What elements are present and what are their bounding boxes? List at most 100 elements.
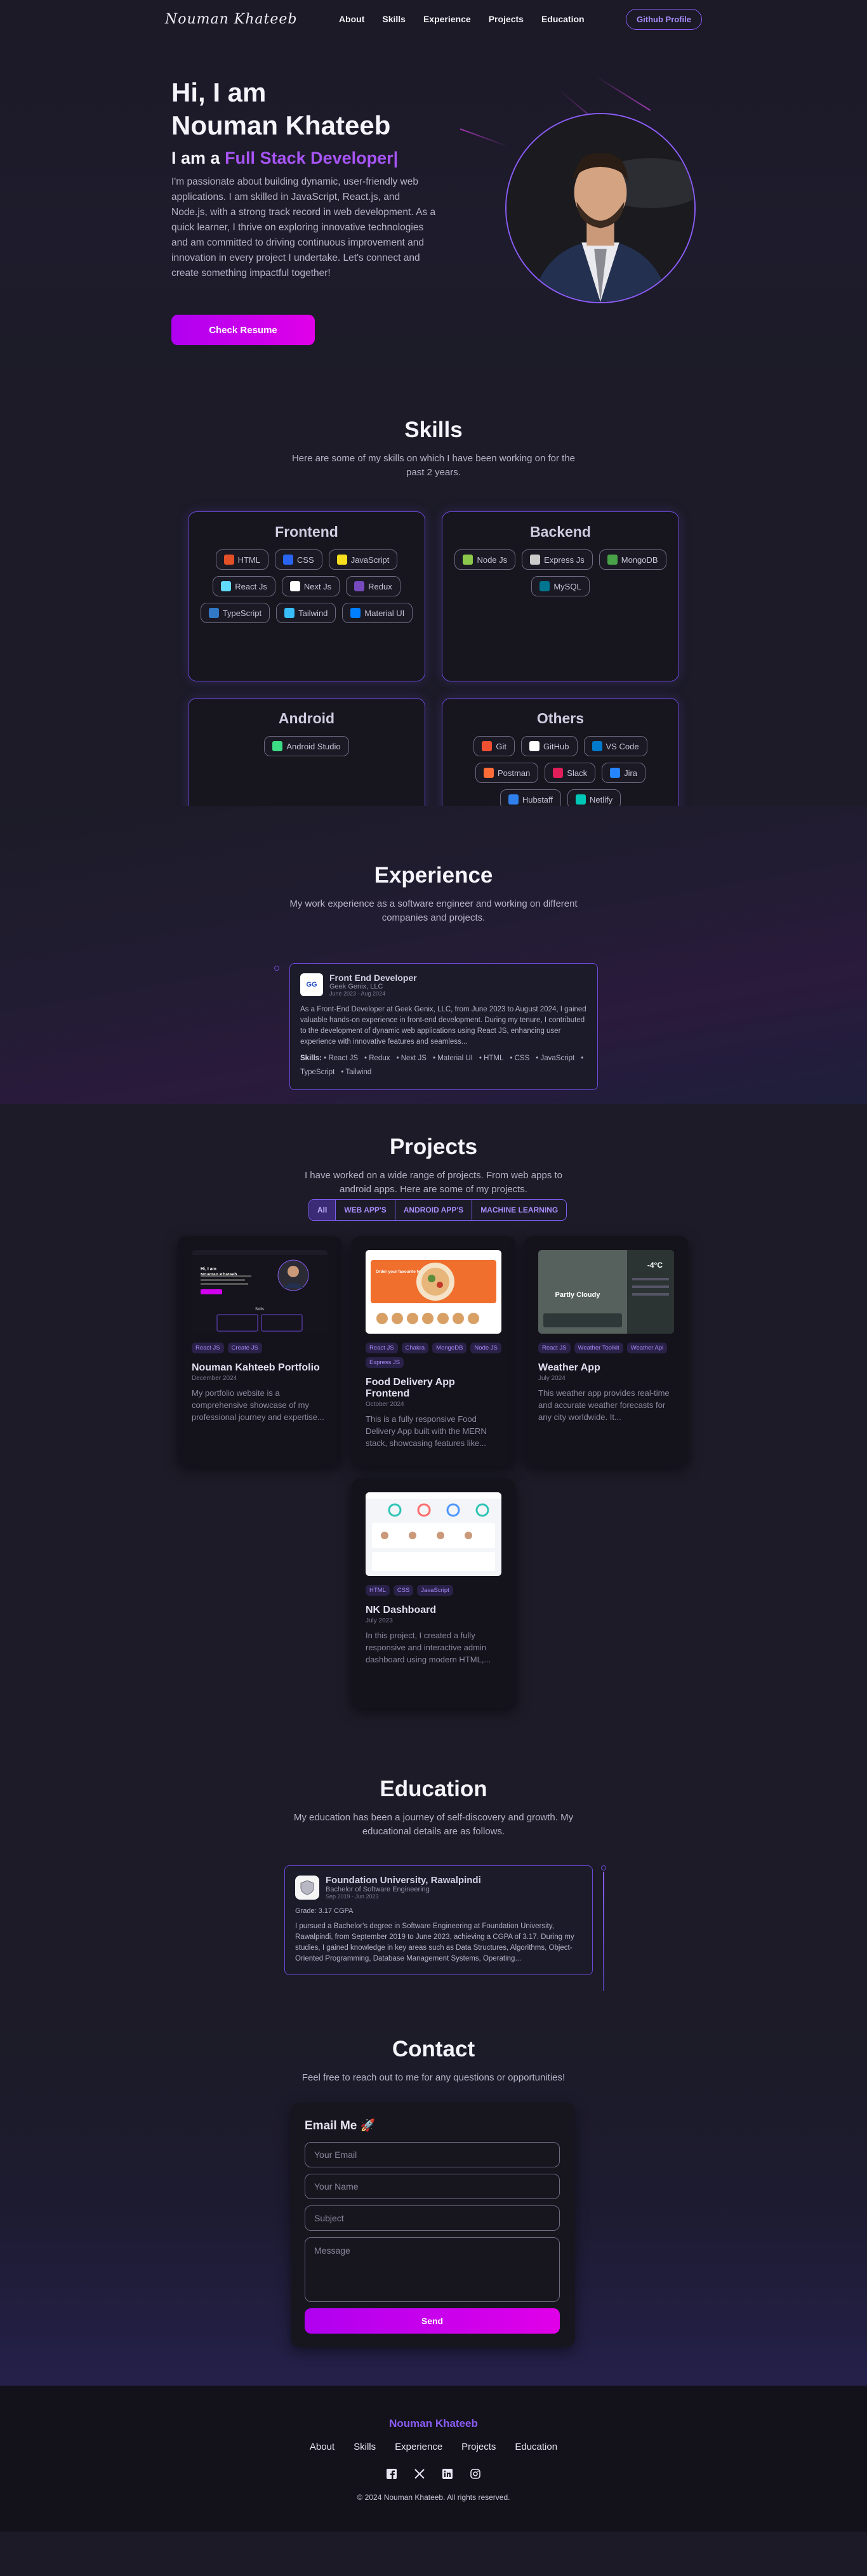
git-icon: [482, 741, 493, 751]
skill-card-title: Android: [278, 710, 335, 726]
name-field[interactable]: [305, 2174, 560, 2199]
projects-section: Projects I have worked on a wide range o…: [0, 1104, 867, 1738]
skill-chip-label: Express Js: [544, 555, 585, 565]
experience-skill-list: • React JS • Redux • Next JS • Material UI •…: [300, 1055, 583, 1076]
facebook-icon[interactable]: [387, 2469, 397, 2479]
experience-date: June 2023 - Aug 2024: [329, 990, 386, 997]
github-profile-button[interactable]: Github Profile: [626, 8, 702, 30]
subject-field[interactable]: [305, 2205, 560, 2231]
filter-web-apps[interactable]: WEB APP'S: [336, 1200, 395, 1220]
project-title: NK Dashboard: [366, 1605, 437, 1615]
expressjs-icon: [530, 555, 541, 565]
project-description: My portfolio website is a comprehensive …: [192, 1388, 324, 1422]
filter-machine-learning[interactable]: MACHINE LEARNING: [472, 1200, 566, 1220]
nav-link-experience[interactable]: Experience: [423, 14, 471, 24]
skill-chips: Android Studio: [199, 736, 414, 756]
hero-text: Hi, I am Nouman Khateeb I am a Full Stack…: [171, 76, 438, 281]
skill-chips: Git GitHub VS Code Postman Slack Jira Hubstaff…: [453, 736, 668, 810]
project-tags: HTML CSS JavaScript: [366, 1585, 501, 1596]
project-date: October 2024: [366, 1401, 404, 1408]
hero-name: Nouman Khateeb: [171, 110, 391, 140]
experience-title: Experience: [374, 863, 493, 888]
skill-chip: GitHub: [521, 736, 578, 756]
project-tags: React JS Chakra MongoDB Node JS Express JS: [366, 1343, 501, 1368]
decorative-ray: [596, 76, 651, 111]
experience-skill: • Tailwind: [341, 1068, 371, 1076]
send-button[interactable]: Send: [305, 2308, 560, 2334]
experience-section: Experience My work experience as a softw…: [0, 806, 867, 1104]
footer-link-skills[interactable]: Skills: [354, 2441, 376, 2452]
linkedin-icon[interactable]: [442, 2469, 453, 2479]
css-icon: [282, 555, 293, 565]
project-card[interactable]: Hi, I am Nouman Khateeb Skills React JS Cr…: [178, 1236, 341, 1466]
project-thumbnail: Hi, I am Nouman Khateeb Skills: [192, 1250, 328, 1334]
slack-icon: [553, 768, 564, 778]
thumbnail-section-title: Skills: [255, 1308, 264, 1311]
skill-chip: Postman: [475, 763, 539, 783]
skill-card-title: Backend: [530, 523, 591, 540]
profile-photo: [506, 114, 694, 302]
timeline-line: [603, 1872, 604, 1991]
check-resume-button[interactable]: Check Resume: [171, 315, 315, 345]
footer-link-experience[interactable]: Experience: [395, 2441, 442, 2452]
skill-chip: Android Studio: [264, 736, 349, 756]
footer-link-about[interactable]: About: [310, 2441, 334, 2452]
nav-link-projects[interactable]: Projects: [489, 14, 524, 24]
hero-role: Full Stack Developer|: [225, 148, 399, 168]
email-field[interactable]: [305, 2142, 560, 2167]
react-icon: [221, 581, 232, 591]
nodejs-icon: [463, 555, 473, 565]
navbar: Nouman Khateeb About Skills Experience P…: [0, 0, 867, 38]
experience-card-header: GG Front End Developer Geek Genix, LLC J…: [300, 973, 587, 997]
skill-chip: HTML: [215, 549, 268, 570]
project-tag: Express JS: [366, 1357, 404, 1368]
skill-chip: Jira: [602, 763, 646, 783]
skill-chip-label: Jira: [624, 768, 638, 778]
footer-link-projects[interactable]: Projects: [461, 2441, 496, 2452]
university-crest-icon: [300, 1879, 314, 1895]
project-card[interactable]: Order your favourite food here React JS C…: [352, 1236, 515, 1466]
timeline-dot: [274, 966, 279, 971]
site-logo[interactable]: Nouman Khateeb: [165, 11, 298, 27]
message-field[interactable]: [305, 2237, 560, 2302]
education-date: Sep 2019 - Jun 2023: [326, 1893, 379, 1900]
nav-link-skills[interactable]: Skills: [382, 14, 406, 24]
contact-section: Contact Feel free to reach out to me for…: [0, 2024, 867, 2386]
skill-chip: TypeScript: [200, 603, 270, 623]
nav-links: About Skills Experience Projects Educati…: [339, 14, 585, 24]
university-logo: [295, 1875, 319, 1900]
postman-icon: [483, 768, 494, 778]
experience-skill-label: Next JS: [400, 1055, 427, 1062]
skill-card-backend: Backend Node Js Express Js MongoDB MySQL: [442, 511, 679, 681]
project-thumbnail: Order your favourite food here: [366, 1250, 501, 1334]
skill-chip: Git: [473, 736, 515, 756]
footer-link-education[interactable]: Education: [515, 2441, 557, 2452]
experience-skill-label: JavaScript: [540, 1055, 575, 1062]
education-section: Education My education has been a journe…: [0, 1738, 867, 2024]
nav-link-about[interactable]: About: [339, 14, 364, 24]
experience-skill: • Material UI: [433, 1055, 473, 1062]
project-tags: React JS Create JS: [192, 1343, 328, 1353]
project-tag: Weather Toolkit: [574, 1343, 623, 1353]
skill-chip-label: Next Js: [303, 581, 332, 591]
project-card[interactable]: HTML CSS JavaScript NK Dashboard July 2023 In…: [352, 1478, 515, 1708]
skill-card-title: Others: [536, 710, 585, 726]
skill-chip-label: Android Studio: [286, 741, 341, 751]
x-twitter-icon[interactable]: [414, 2469, 425, 2479]
skill-chip-label: Git: [496, 741, 507, 751]
project-image: Order your favourite food here: [366, 1250, 501, 1334]
project-title: Weather App: [538, 1362, 600, 1373]
education-grade: Grade: 3.17 CGPA: [295, 1907, 354, 1915]
filter-all[interactable]: All: [309, 1200, 336, 1220]
nav-link-education[interactable]: Education: [541, 14, 585, 24]
instagram-icon[interactable]: [470, 2469, 480, 2479]
skill-chip: Material UI: [342, 603, 413, 623]
skill-chip-label: MySQL: [553, 581, 581, 591]
filter-android-apps[interactable]: ANDROID APP'S: [395, 1200, 473, 1220]
project-card[interactable]: Partly Cloudy -4°C React JS Weather Toolk…: [524, 1236, 688, 1466]
skill-chip-label: JavaScript: [350, 555, 390, 565]
experience-skill-label: HTML: [484, 1055, 504, 1062]
education-title: Education: [380, 1777, 487, 1801]
bullet: •: [396, 1055, 401, 1062]
project-title: Nouman Kahteeb Portfolio: [192, 1362, 320, 1373]
